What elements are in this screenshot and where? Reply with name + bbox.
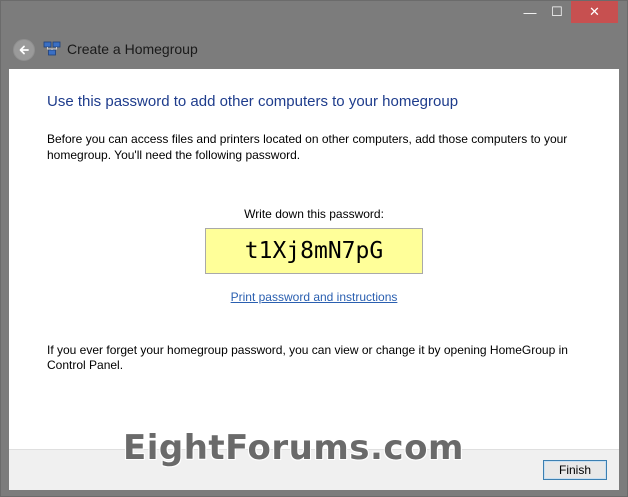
description-text: Before you can access files and printers… <box>47 132 568 162</box>
wizard-footer: EightForums.com Finish <box>9 428 619 490</box>
minimize-button[interactable]: — <box>517 1 543 23</box>
print-password-link[interactable]: Print password and instructions <box>9 290 619 304</box>
homegroup-icon <box>43 41 61 56</box>
page-heading: Use this password to add other computers… <box>47 93 459 110</box>
back-button[interactable] <box>13 39 35 61</box>
password-label: Write down this password: <box>244 207 384 221</box>
close-button[interactable]: ✕ <box>571 1 618 23</box>
window-title: Create a Homegroup <box>67 41 198 57</box>
titlebar: — ☐ ✕ Create a Homegroup <box>1 1 627 69</box>
finish-button[interactable]: Finish <box>543 460 607 480</box>
wizard-content: Use this password to add other computers… <box>9 69 619 449</box>
maximize-button[interactable]: ☐ <box>543 1 571 23</box>
forget-password-text: If you ever forget your homegroup passwo… <box>47 343 568 372</box>
create-homegroup-window: — ☐ ✕ Create a Homegroup Use this passwo… <box>0 0 628 497</box>
back-arrow-icon <box>19 45 29 55</box>
watermark-text: EightForums.com <box>123 428 464 468</box>
password-display: t1Xj8mN7pG <box>205 228 423 274</box>
